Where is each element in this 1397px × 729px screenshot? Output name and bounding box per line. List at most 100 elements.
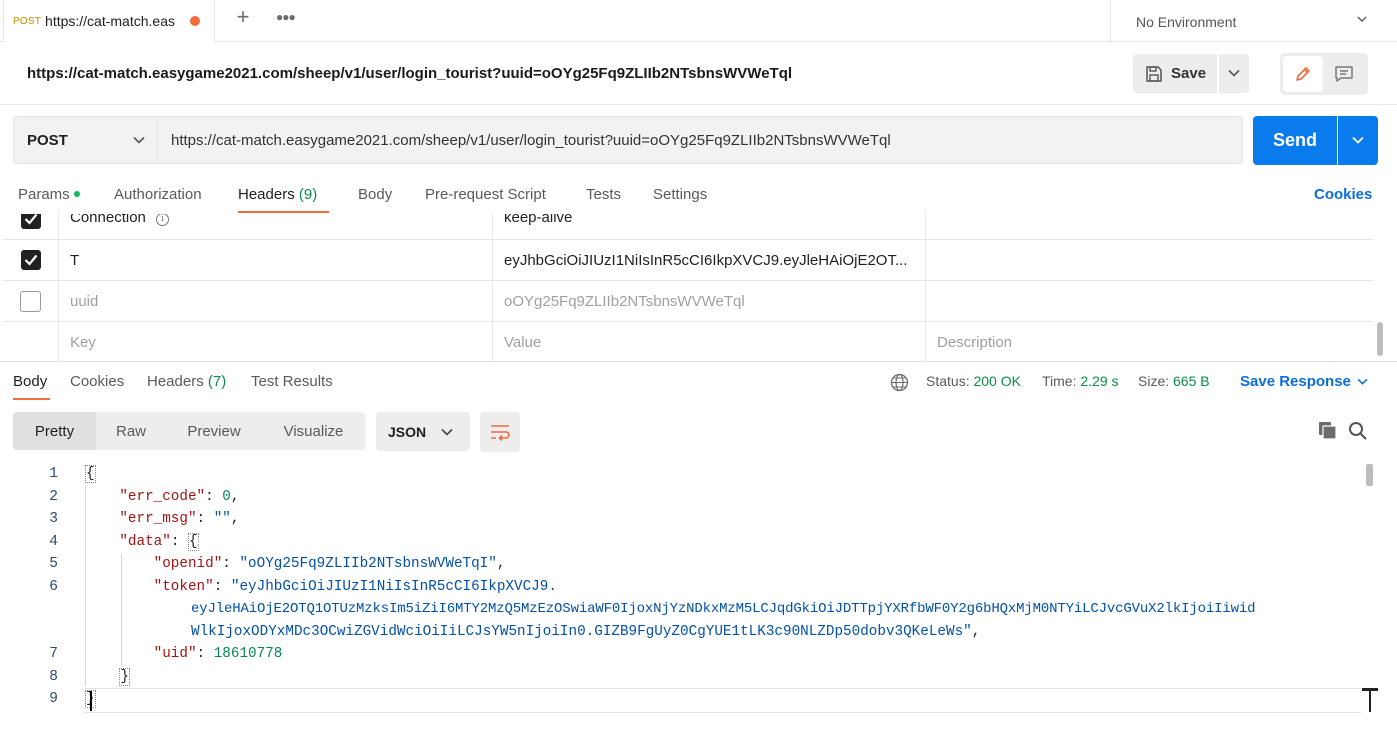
view-preview-button[interactable]: Preview bbox=[166, 412, 262, 450]
headers-scrollbar[interactable] bbox=[1377, 322, 1383, 356]
json-key: "uid" bbox=[153, 646, 197, 662]
environment-select[interactable]: No Environment bbox=[1110, 0, 1397, 43]
header-value-cell[interactable]: oOYg25Fq9ZLIIb2NTsbnsWVWeTql bbox=[493, 281, 926, 321]
code-line-4: "data": { bbox=[119, 533, 199, 551]
status-value: 200 OK bbox=[973, 373, 1021, 389]
edit-mode-button[interactable] bbox=[1283, 56, 1323, 92]
tab-tests[interactable]: Tests bbox=[586, 186, 621, 203]
key-placeholder-cell[interactable]: Key bbox=[59, 322, 493, 362]
chevron-down-icon bbox=[1357, 16, 1367, 23]
code-line-7: "uid": 18610778 bbox=[153, 646, 283, 662]
resp-tab-body[interactable]: Body bbox=[13, 373, 47, 390]
view-visualize-button[interactable]: Visualize bbox=[262, 412, 365, 450]
view-pretty-button[interactable]: Pretty bbox=[13, 412, 96, 450]
resp-tab-headers-label: Headers bbox=[147, 373, 204, 390]
header-key-cell[interactable]: T bbox=[59, 240, 493, 280]
checkbox-checked[interactable] bbox=[20, 250, 41, 270]
url-input[interactable]: https://cat-match.easygame2021.com/sheep… bbox=[158, 116, 1243, 164]
code-line-8: } bbox=[85, 668, 130, 686]
wrap-lines-button[interactable] bbox=[480, 412, 520, 452]
tab-settings[interactable]: Settings bbox=[653, 186, 707, 203]
header-description-cell[interactable] bbox=[926, 240, 1373, 280]
pane-divider[interactable] bbox=[0, 361, 1397, 362]
tab-prerequest-script[interactable]: Pre-request Script bbox=[425, 186, 546, 203]
tab-body[interactable]: Body bbox=[358, 186, 392, 203]
tab-params[interactable]: Params bbox=[18, 186, 80, 203]
code-line-1: { bbox=[85, 465, 96, 483]
status-readout[interactable]: Status: 200 OK bbox=[926, 373, 1021, 389]
json-number: 0 bbox=[222, 489, 231, 505]
view-mode-group: Pretty Raw Preview Visualize bbox=[13, 412, 365, 450]
header-value-cell[interactable]: keep-alive bbox=[493, 214, 926, 239]
tab-params-label: Params bbox=[18, 186, 70, 203]
response-body-editor[interactable]: 1 2 3 4 5 6 7 8 9 { "err_code": 0, "err_… bbox=[0, 464, 1397, 729]
size-readout[interactable]: Size: 665 B bbox=[1138, 373, 1210, 389]
tab-authorization[interactable]: Authorization bbox=[114, 186, 202, 203]
unsaved-dot-icon bbox=[190, 16, 201, 26]
send-button[interactable]: Send bbox=[1253, 116, 1337, 165]
code-line-6-wrap-2: WlkIjoxODYxMDc3OCwiZGVidWciOiIiLCJsYW5nI… bbox=[191, 624, 981, 640]
time-label: Time: bbox=[1042, 373, 1077, 389]
view-raw-button[interactable]: Raw bbox=[96, 412, 166, 450]
text-caret bbox=[90, 691, 92, 711]
chevron-down-icon bbox=[441, 428, 453, 436]
header-value: eyJhbGciOiJIUzI1NiIsInR5cCI6IkpXVCJ9.eyJ… bbox=[504, 251, 908, 269]
tab-method-badge: POST bbox=[13, 15, 42, 27]
save-response-button[interactable]: Save Response bbox=[1240, 373, 1368, 390]
line-number: 8 bbox=[49, 669, 58, 685]
header-key: uuid bbox=[70, 292, 99, 310]
header-key-cell[interactable]: Connection i bbox=[59, 214, 493, 239]
format-select[interactable]: JSON bbox=[376, 412, 470, 451]
resp-tab-cookies[interactable]: Cookies bbox=[70, 373, 124, 390]
line-number: 9 bbox=[49, 691, 58, 707]
time-readout[interactable]: Time: 2.29 s bbox=[1042, 373, 1119, 389]
line-number: 5 bbox=[49, 556, 58, 572]
json-open-brace: { bbox=[85, 465, 96, 483]
key-placeholder: Key bbox=[70, 333, 96, 351]
save-button[interactable]: Save bbox=[1133, 54, 1217, 93]
send-dropdown-button[interactable] bbox=[1338, 116, 1378, 165]
mode-toggle-group bbox=[1280, 53, 1368, 95]
search-icon[interactable] bbox=[1348, 421, 1368, 441]
time-value: 2.29 s bbox=[1080, 373, 1119, 389]
status-label: Status: bbox=[926, 373, 970, 389]
header-key-cell[interactable]: uuid bbox=[59, 281, 493, 321]
save-dropdown-button[interactable] bbox=[1219, 54, 1249, 93]
json-brace: } bbox=[119, 668, 130, 686]
description-placeholder-cell[interactable]: Description bbox=[926, 322, 1373, 362]
checkbox-unchecked[interactable] bbox=[20, 290, 41, 312]
checkbox-checked[interactable] bbox=[20, 214, 41, 229]
header-description-cell[interactable] bbox=[926, 214, 1373, 239]
row-checkbox-cell bbox=[3, 281, 59, 321]
globe-icon[interactable] bbox=[890, 373, 909, 392]
more-tabs-icon[interactable]: ●●● bbox=[276, 10, 296, 24]
json-string: "oOYg25Fq9ZLIIb2NTsbnsWVWeTqI" bbox=[239, 556, 497, 572]
size-value: 665 B bbox=[1173, 373, 1210, 389]
request-name[interactable]: https://cat-match.easygame2021.com/sheep… bbox=[27, 65, 792, 82]
cookies-link[interactable]: Cookies bbox=[1314, 186, 1372, 203]
line-number: 7 bbox=[49, 646, 58, 662]
editor-scrollbar[interactable] bbox=[1366, 464, 1373, 486]
tab-title: https://cat-match.eas bbox=[45, 13, 175, 29]
format-value: JSON bbox=[388, 423, 427, 440]
json-string: "eyJhbGciOiJIUzI1NiIsInR5cCI6IkpXVCJ9. bbox=[230, 579, 557, 595]
header-value: oOYg25Fq9ZLIIb2NTsbnsWVWeTql bbox=[504, 292, 745, 310]
header-description-cell[interactable] bbox=[926, 281, 1373, 321]
line-number: 4 bbox=[49, 534, 58, 550]
line-number: 3 bbox=[49, 511, 58, 527]
method-select[interactable]: POST bbox=[13, 116, 158, 164]
resp-tab-headers[interactable]: Headers (7) bbox=[147, 373, 226, 390]
tab-headers[interactable]: Headers (9) bbox=[238, 186, 317, 203]
value-placeholder-cell[interactable]: Value bbox=[493, 322, 926, 362]
line-number: 2 bbox=[49, 489, 58, 505]
table-row: uuid oOYg25Fq9ZLIIb2NTsbnsWVWeTql bbox=[3, 281, 1373, 322]
params-active-dot-icon bbox=[73, 191, 80, 197]
header-value-cell[interactable]: eyJhbGciOiJIUzI1NiIsInR5cCI6IkpXVCJ9.eyJ… bbox=[493, 240, 926, 280]
copy-icon[interactable] bbox=[1318, 421, 1338, 441]
resp-tab-test-results[interactable]: Test Results bbox=[251, 373, 333, 390]
resp-headers-count: (7) bbox=[207, 373, 227, 390]
new-tab-plus-icon[interactable]: + bbox=[232, 6, 254, 30]
info-icon[interactable]: i bbox=[155, 214, 169, 226]
request-tab[interactable]: POST https://cat-match.eas bbox=[3, 0, 215, 42]
header-key: Connection bbox=[70, 214, 146, 226]
